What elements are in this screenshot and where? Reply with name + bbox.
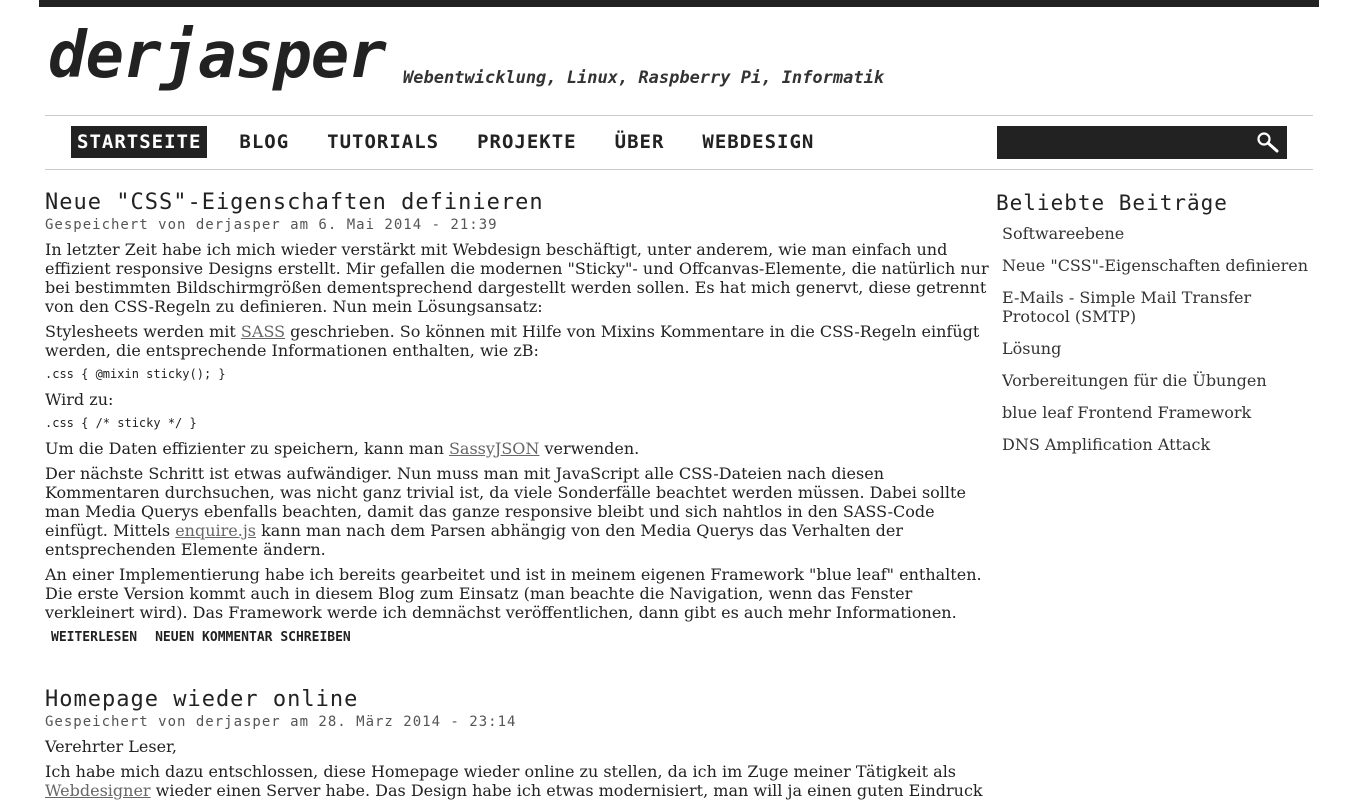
- article-meta: Gespeichert von derjasper am 6. Mai 2014…: [45, 217, 498, 233]
- search-box: [997, 126, 1287, 159]
- popular-post-link[interactable]: DNS Amplification Attack: [1002, 435, 1316, 454]
- nav-item-webdesign[interactable]: Webdesign: [696, 126, 820, 158]
- top-bar: [39, 0, 1319, 7]
- article: Neue "CSS"-Eigenschaften definieren Gesp…: [45, 190, 990, 645]
- divider: [45, 115, 1313, 116]
- popular-post-link[interactable]: Lösung: [1002, 339, 1316, 358]
- enquire-link[interactable]: enquire.js: [175, 521, 256, 540]
- article: Homepage wieder online Gespeichert von d…: [45, 687, 990, 803]
- site-tagline: Webentwicklung, Linux, Raspberry Pi, Inf…: [403, 68, 885, 88]
- main-navigation: Startseite Blog Tutorials Projekte Über …: [71, 126, 846, 158]
- add-comment-link[interactable]: Neuen Kommentar schreiben: [155, 630, 351, 645]
- nav-item-projekte[interactable]: Projekte: [471, 126, 583, 158]
- webdesigner-link[interactable]: Webdesigner: [45, 781, 151, 800]
- code-snippet: .css { /* sticky */ }: [45, 416, 197, 430]
- popular-posts-list: Softwareebene Neue "CSS"-Eigenschaften d…: [1002, 224, 1316, 454]
- article-paragraph: An einer Implementierung habe ich bereit…: [45, 565, 982, 622]
- paragraph-text: Stylesheets werden mit: [45, 322, 241, 341]
- article-title[interactable]: Neue "CSS"-Eigenschaften definieren: [45, 190, 990, 216]
- paragraph-text: verwenden.: [539, 439, 640, 458]
- article-paragraph: Um die Daten effizienter zu speichern, k…: [45, 439, 990, 458]
- search-icon[interactable]: [1256, 131, 1280, 153]
- nav-item-blog[interactable]: Blog: [233, 126, 295, 158]
- sassyjson-link[interactable]: SassyJSON: [449, 439, 539, 458]
- nav-item-startseite[interactable]: Startseite: [71, 126, 208, 158]
- article-paragraph: Der nächste Schritt ist etwas aufwändige…: [45, 464, 990, 559]
- popular-post-link[interactable]: Neue "CSS"-Eigenschaften definieren: [1002, 256, 1316, 275]
- sidebar-title: Beliebte Beiträge: [996, 191, 1228, 215]
- article-paragraph: Stylesheets werden mit SASS geschrieben.…: [45, 322, 990, 360]
- article-links: Weiterlesen Neuen Kommentar schreiben: [51, 630, 990, 645]
- article-title[interactable]: Homepage wieder online: [45, 687, 990, 713]
- article-paragraph: Verehrter Leser,: [45, 737, 178, 756]
- popular-post-link[interactable]: blue leaf Frontend Framework: [1002, 403, 1316, 422]
- code-snippet: .css { @mixin sticky(); }: [45, 367, 226, 381]
- paragraph-text: Ich habe mich dazu entschlossen, diese H…: [45, 762, 957, 781]
- read-more-link[interactable]: Weiterlesen: [51, 630, 137, 645]
- sidebar: Beliebte Beiträge Softwareebene Neue "CS…: [996, 190, 1316, 467]
- nav-item-tutorials[interactable]: Tutorials: [321, 126, 445, 158]
- popular-post-link[interactable]: Vorbereitungen für die Übungen: [1002, 371, 1316, 390]
- paragraph-text: Um die Daten effizienter zu speichern, k…: [45, 439, 449, 458]
- nav-item-ueber[interactable]: Über: [609, 126, 671, 158]
- article-paragraph: Wird zu:: [45, 390, 114, 409]
- sass-link[interactable]: SASS: [241, 322, 285, 341]
- article-paragraph: Ich habe mich dazu entschlossen, diese H…: [45, 762, 990, 800]
- article-paragraph: In letzter Zeit habe ich mich wieder ver…: [45, 240, 989, 316]
- article-meta: Gespeichert von derjasper am 28. März 20…: [45, 714, 517, 730]
- popular-post-link[interactable]: Softwareebene: [1002, 224, 1316, 243]
- popular-post-link[interactable]: E-Mails - Simple Mail Transfer Protocol …: [1002, 288, 1316, 326]
- paragraph-text: wieder einen Server habe. Das Design hab…: [150, 781, 983, 800]
- site-logo[interactable]: derjasper: [48, 24, 387, 88]
- search-input[interactable]: [997, 126, 1247, 159]
- divider: [45, 169, 1313, 170]
